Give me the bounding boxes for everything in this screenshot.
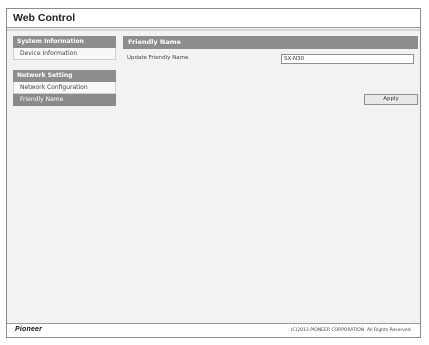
sidebar-item-device-information[interactable]: Device Information bbox=[13, 48, 116, 60]
sidebar-item-network-configuration[interactable]: Network Configuration bbox=[13, 82, 116, 94]
window-title: Web Control bbox=[7, 9, 420, 28]
friendly-name-label: Update Friendly Name bbox=[127, 55, 189, 61]
sidebar: System Information Device Information Ne… bbox=[13, 36, 116, 106]
title-divider bbox=[7, 29, 420, 31]
web-control-window: Web Control System Information Device In… bbox=[6, 8, 421, 338]
sidebar-section-network-setting: Network Setting bbox=[13, 70, 116, 82]
pioneer-logo: Pioneer bbox=[15, 326, 43, 333]
footer: Pioneer (C)2013 PIONEER CORPORATION. All… bbox=[7, 323, 420, 337]
sidebar-item-friendly-name[interactable]: Friendly Name bbox=[13, 94, 116, 106]
friendly-name-input[interactable] bbox=[281, 54, 414, 64]
friendly-name-row: Update Friendly Name bbox=[123, 52, 418, 68]
page-title: Friendly Name bbox=[123, 36, 418, 49]
sidebar-section-system-information: System Information bbox=[13, 36, 116, 48]
apply-button[interactable]: Apply bbox=[364, 94, 418, 105]
main-panel: Friendly Name Update Friendly Name Apply bbox=[123, 36, 418, 105]
copyright-text: (C)2013 PIONEER CORPORATION. All Rights … bbox=[290, 328, 412, 333]
